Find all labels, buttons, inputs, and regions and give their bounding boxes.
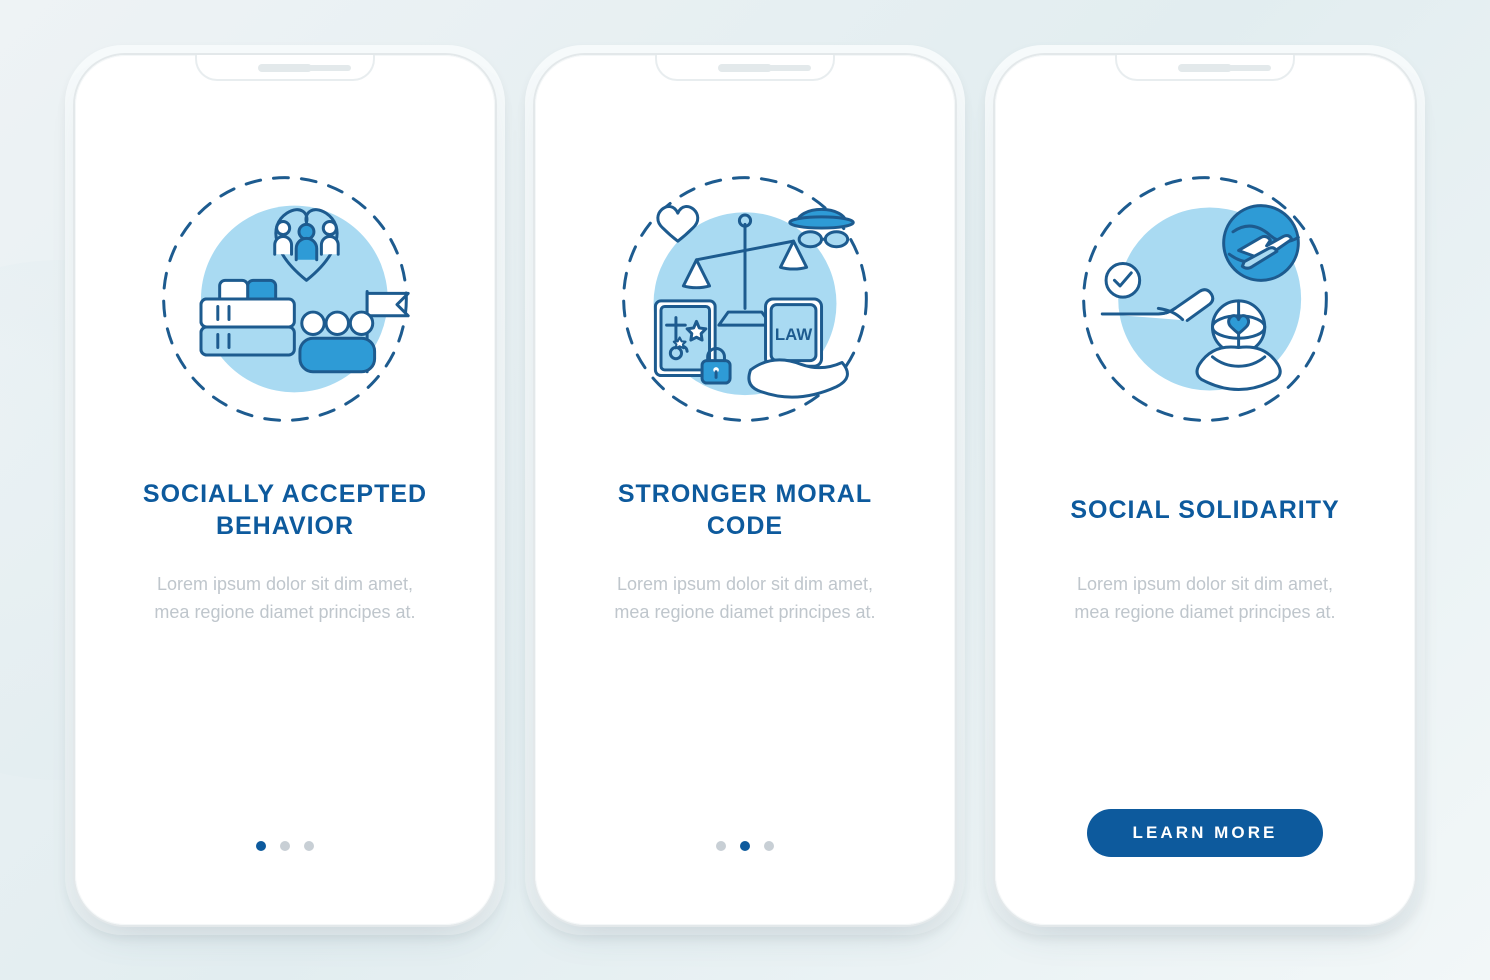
pagination-dots — [716, 841, 774, 851]
phone-frame-3: SOCIAL SOLIDARITY Lorem ipsum dolor sit … — [995, 55, 1415, 925]
onboarding-screen-3: SOCIAL SOLIDARITY Lorem ipsum dolor sit … — [1009, 69, 1401, 911]
learn-more-button[interactable]: LEARN MORE — [1087, 809, 1324, 857]
onboarding-title: SOCIAL SOLIDARITY — [1034, 475, 1375, 545]
onboarding-description: Lorem ipsum dolor sit dim amet, mea regi… — [89, 571, 481, 627]
page-dot-1[interactable] — [256, 841, 266, 851]
page-dot-3[interactable] — [764, 841, 774, 851]
pagination-dots — [256, 841, 314, 851]
onboarding-title: STRONGER MORAL CODE — [549, 475, 941, 545]
phone-notch — [655, 55, 835, 81]
community-icon — [145, 159, 425, 439]
phone-notch — [195, 55, 375, 81]
page-dot-3[interactable] — [304, 841, 314, 851]
page-dot-2[interactable] — [740, 841, 750, 851]
page-dot-1[interactable] — [716, 841, 726, 851]
moral-code-icon: LAW — [605, 159, 885, 439]
law-label: LAW — [775, 325, 812, 344]
phone-notch — [1115, 55, 1295, 81]
solidarity-icon — [1065, 159, 1345, 439]
page-dot-2[interactable] — [280, 841, 290, 851]
onboarding-description: Lorem ipsum dolor sit dim amet, mea regi… — [1009, 571, 1401, 627]
onboarding-stage: SOCIALLY ACCEPTED BEHAVIOR Lorem ipsum d… — [75, 55, 1415, 925]
onboarding-screen-1: SOCIALLY ACCEPTED BEHAVIOR Lorem ipsum d… — [89, 69, 481, 911]
onboarding-description: Lorem ipsum dolor sit dim amet, mea regi… — [549, 571, 941, 627]
phone-frame-2: LAW — [535, 55, 955, 925]
phone-frame-1: SOCIALLY ACCEPTED BEHAVIOR Lorem ipsum d… — [75, 55, 495, 925]
onboarding-screen-2: LAW — [549, 69, 941, 911]
onboarding-title: SOCIALLY ACCEPTED BEHAVIOR — [89, 475, 481, 545]
